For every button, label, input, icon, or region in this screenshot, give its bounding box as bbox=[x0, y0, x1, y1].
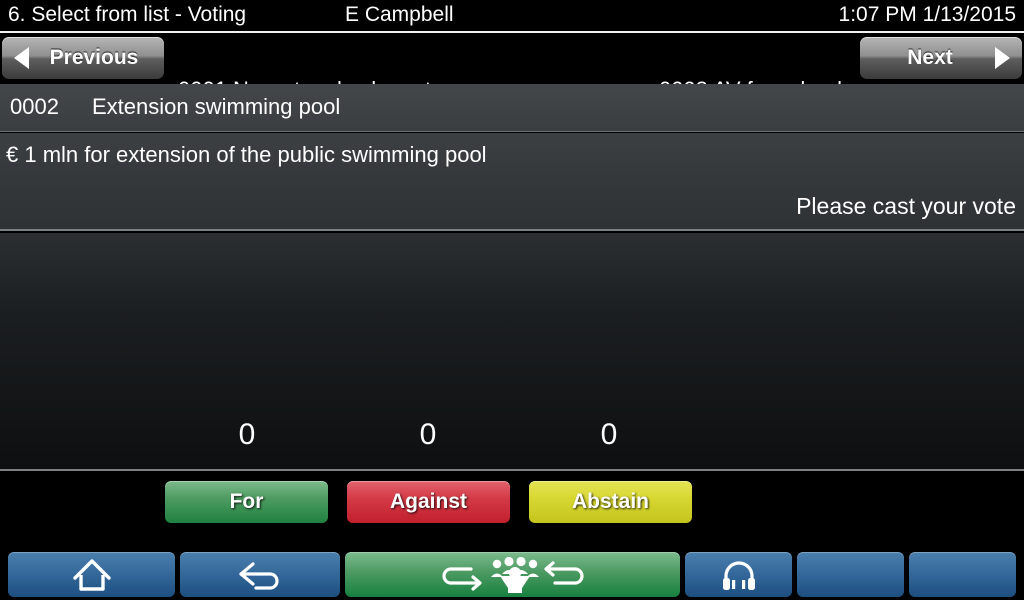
agenda-item-description-text: € 1 mln for extension of the public swim… bbox=[6, 142, 487, 167]
agenda-item-description: € 1 mln for extension of the public swim… bbox=[0, 133, 1024, 179]
audio-button[interactable] bbox=[685, 552, 792, 597]
vote-results-area: 0 0 0 bbox=[0, 233, 1024, 471]
triangle-left-icon bbox=[14, 47, 29, 69]
toolbar-blank-button-2[interactable] bbox=[909, 552, 1016, 597]
bottom-toolbar bbox=[0, 549, 1024, 600]
vote-counters: 0 0 0 bbox=[0, 418, 1024, 464]
screen-title: 6. Select from list - Voting bbox=[8, 3, 247, 26]
vote-button-bar: For Against Abstain bbox=[0, 473, 1024, 539]
voting-terminal-screen: 6. Select from list - Voting E Campbell … bbox=[0, 0, 1024, 600]
vote-count-abstain: 0 bbox=[600, 418, 618, 451]
previous-button-label: Previous bbox=[49, 46, 139, 69]
vote-for-button[interactable]: For bbox=[165, 481, 328, 523]
agenda-item-name: Extension swimming pool bbox=[92, 94, 341, 119]
vote-against-button[interactable]: Against bbox=[347, 481, 510, 523]
headphones-icon bbox=[720, 558, 758, 592]
user-name: E Campbell bbox=[345, 3, 454, 26]
vote-abstain-button[interactable]: Abstain bbox=[529, 481, 692, 523]
request-to-speak-icon bbox=[413, 556, 613, 593]
agenda-item-number: 0002 bbox=[10, 94, 59, 119]
toolbar-blank-button-1[interactable] bbox=[797, 552, 904, 597]
next-button-label: Next bbox=[907, 46, 953, 69]
home-icon bbox=[72, 558, 112, 592]
back-button[interactable] bbox=[180, 552, 340, 597]
vote-status-bar: Please cast your vote bbox=[0, 179, 1024, 231]
date-time: 1:07 PM 1/13/2015 bbox=[838, 3, 1016, 26]
vote-count-against: 0 bbox=[419, 418, 437, 451]
navigation-bar: Previous 0001 New steeple chase tr... 00… bbox=[0, 33, 1024, 102]
previous-button[interactable]: Previous bbox=[2, 37, 164, 79]
back-arrow-icon bbox=[234, 558, 286, 592]
next-button[interactable]: Next bbox=[860, 37, 1022, 79]
agenda-item-header: 0002 Extension swimming pool bbox=[0, 84, 1024, 132]
vote-status-text: Please cast your vote bbox=[796, 193, 1016, 219]
vote-count-for: 0 bbox=[238, 418, 256, 451]
triangle-right-icon bbox=[995, 47, 1010, 69]
home-button[interactable] bbox=[8, 552, 175, 597]
request-to-speak-button[interactable] bbox=[345, 552, 680, 597]
status-bar: 6. Select from list - Voting E Campbell … bbox=[0, 0, 1024, 32]
